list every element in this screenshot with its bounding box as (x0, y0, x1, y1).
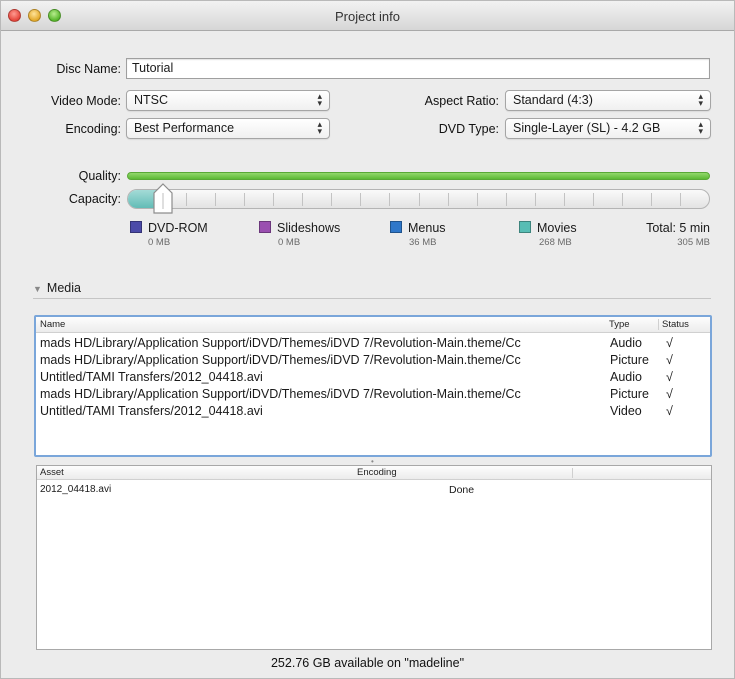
encoding-value: Best Performance (134, 121, 235, 135)
movies-size: 268 MB (539, 237, 572, 248)
disclosure-triangle-icon: ▼ (33, 284, 42, 294)
slideshows-swatch (259, 221, 271, 233)
capacity-tick (593, 193, 594, 206)
popup-arrows-icon: ▴ ▾ (317, 91, 322, 108)
capacity-meter (127, 189, 710, 209)
capacity-indicator-icon (153, 183, 173, 214)
available-space-status: 252.76 GB available on "madeline" (270, 656, 465, 670)
asset-name[interactable]: 2012_04418.avi (40, 484, 111, 495)
status-check-icon: √ (666, 370, 673, 384)
capacity-tick (389, 193, 390, 206)
media-row[interactable]: Untitled/TAMI Transfers/2012_04418.avi V… (40, 404, 708, 421)
aspect-ratio-label: Aspect Ratio: (424, 94, 499, 108)
capacity-tick (448, 193, 449, 206)
window-title: Project info (334, 9, 401, 24)
status-check-icon: √ (666, 353, 673, 367)
menus-swatch (390, 221, 402, 233)
media-row[interactable]: mads HD/Library/Application Support/iDVD… (40, 387, 708, 404)
dvd-type-label: DVD Type: (438, 122, 499, 136)
video-mode-label: Video Mode: (51, 94, 121, 108)
video-mode-value: NTSC (134, 93, 169, 107)
slideshows-size: 0 MB (278, 237, 301, 248)
status-check-icon: √ (666, 404, 673, 418)
popup-arrows-icon: ▴ ▾ (698, 119, 703, 136)
capacity-tick (477, 193, 478, 206)
asset-table-header: Asset Encoding (37, 466, 711, 480)
encoding-popup[interactable]: Best Performance ▴ ▾ (126, 118, 330, 139)
capacity-tick (186, 193, 187, 206)
status-check-icon: √ (666, 387, 673, 401)
split-handle-icon[interactable]: • (371, 457, 377, 466)
title-bar: Project info (1, 1, 734, 31)
video-mode-popup[interactable]: NTSC ▴ ▾ (126, 90, 330, 111)
encoding-label: Encoding: (65, 122, 121, 136)
total-duration: Total: 5 min (646, 221, 710, 235)
media-row[interactable]: mads HD/Library/Application Support/iDVD… (40, 336, 708, 353)
quality-meter (127, 172, 710, 180)
capacity-label: Capacity: (68, 192, 121, 206)
section-divider (33, 298, 711, 299)
capacity-tick (419, 193, 420, 206)
media-disclosure[interactable]: ▼ Media (33, 281, 81, 295)
capacity-tick (535, 193, 536, 206)
column-header-encoding[interactable]: Encoding (357, 467, 397, 478)
total-size: 305 MB (677, 237, 710, 248)
media-row[interactable]: mads HD/Library/Application Support/iDVD… (40, 353, 708, 370)
capacity-tick (622, 193, 623, 206)
disc-name-field[interactable]: Tutorial (126, 58, 710, 79)
column-separator (572, 468, 573, 478)
movies-swatch (519, 221, 531, 233)
dvd-rom-size: 0 MB (148, 237, 171, 248)
quality-label: Quality: (78, 169, 121, 183)
dvd-type-value: Single-Layer (SL) - 4.2 GB (513, 121, 661, 135)
capacity-tick (564, 193, 565, 206)
capacity-tick (331, 193, 332, 206)
disc-name-label: Disc Name: (56, 62, 121, 76)
legend-slideshows: Slideshows (259, 221, 340, 235)
aspect-ratio-popup[interactable]: Standard (4:3) ▴ ▾ (505, 90, 711, 111)
status-check-icon: √ (666, 336, 673, 350)
capacity-tick (244, 193, 245, 206)
legend-menus: Menus (390, 221, 446, 235)
capacity-tick (651, 193, 652, 206)
legend-dvd-rom: DVD-ROM (130, 221, 208, 235)
capacity-tick (360, 193, 361, 206)
popup-arrows-icon: ▴ ▾ (317, 119, 322, 136)
menus-size: 36 MB (409, 237, 437, 248)
project-info-window: Project info Disc Name: Tutorial Video M… (0, 0, 735, 679)
asset-table[interactable]: Asset Encoding 2012_04418.avi Done (36, 465, 712, 650)
media-table-header: Name Type Status (36, 317, 710, 333)
column-header-name[interactable]: Name (40, 319, 65, 330)
capacity-tick (215, 193, 216, 206)
popup-arrows-icon: ▴ ▾ (698, 91, 703, 108)
media-row[interactable]: Untitled/TAMI Transfers/2012_04418.avi A… (40, 370, 708, 387)
media-table[interactable]: Name Type Status mads HD/Library/Applica… (34, 315, 712, 457)
capacity-tick (506, 193, 507, 206)
capacity-tick (302, 193, 303, 206)
legend-movies: Movies (519, 221, 577, 235)
column-header-status[interactable]: Status (658, 319, 689, 330)
column-header-type[interactable]: Type (609, 319, 630, 330)
dvd-type-popup[interactable]: Single-Layer (SL) - 4.2 GB ▴ ▾ (505, 118, 711, 139)
aspect-ratio-value: Standard (4:3) (513, 93, 593, 107)
column-header-asset[interactable]: Asset (40, 467, 64, 478)
capacity-tick (273, 193, 274, 206)
asset-encoding-status: Done (449, 484, 475, 496)
capacity-tick (680, 193, 681, 206)
dvd-rom-swatch (130, 221, 142, 233)
